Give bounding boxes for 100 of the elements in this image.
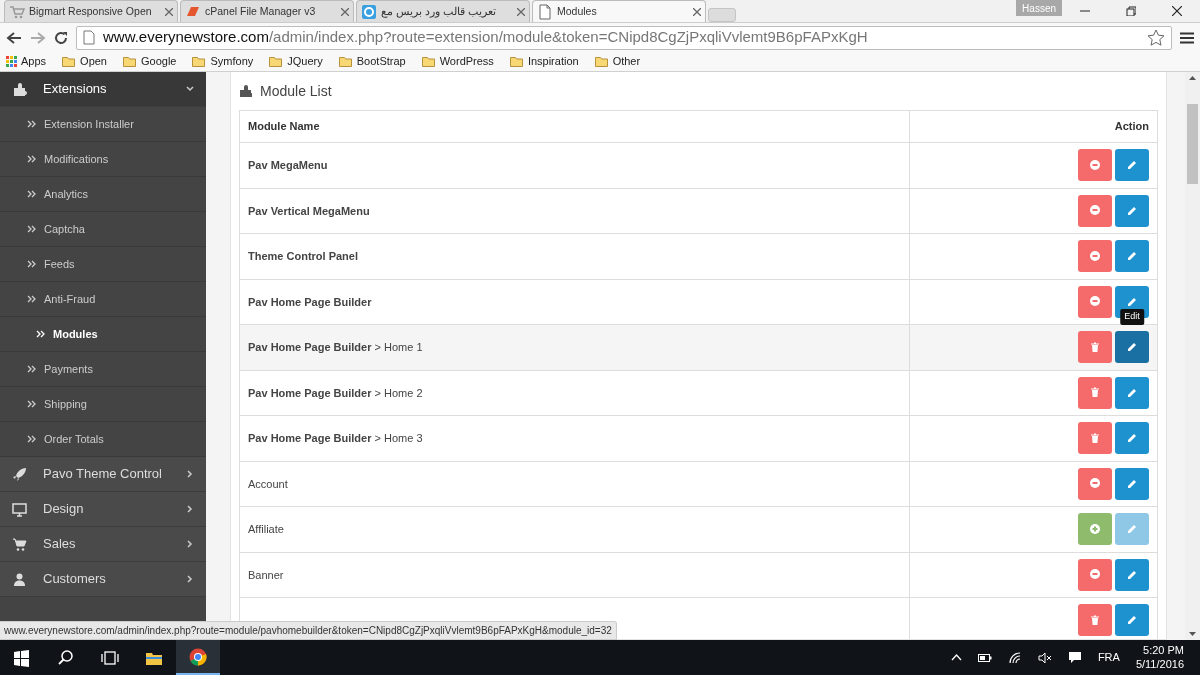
star-icon[interactable] [1147, 29, 1165, 46]
folder-icon [594, 56, 609, 67]
windows-logo-icon[interactable] [13, 648, 31, 667]
uninstall-button[interactable] [1078, 467, 1112, 500]
sidebar-item[interactable]: Customers [0, 562, 206, 597]
battery-icon[interactable] [977, 653, 992, 662]
uninstall-button[interactable] [1078, 194, 1112, 227]
restore-icon[interactable] [1126, 6, 1136, 16]
module-name: Pav Home Page Builder > Home 2 [248, 386, 423, 399]
clock-time[interactable]: 5:20 PM [1143, 643, 1184, 658]
uninstall-button[interactable] [1078, 149, 1112, 182]
rocket-icon [12, 466, 27, 482]
page-icon [83, 30, 95, 45]
folder-icon [421, 56, 436, 67]
clock-date[interactable]: 5/11/2016 [1135, 657, 1184, 672]
monitor-icon [12, 501, 27, 517]
forward-icon[interactable] [30, 30, 46, 45]
minus-circle-icon [1090, 296, 1100, 308]
bookmark[interactable]: JQuery [269, 53, 323, 70]
sidebar-item[interactable]: Design [0, 492, 206, 527]
scrollbar-thumb[interactable] [1187, 104, 1198, 184]
menu-icon[interactable] [1180, 31, 1194, 44]
module-name: Pav Home Page Builder > Home 1 [248, 341, 423, 353]
search-icon[interactable] [57, 648, 75, 667]
chrome-logo-icon[interactable] [189, 647, 207, 666]
puzzle-icon [239, 84, 252, 98]
close-icon[interactable] [1172, 6, 1182, 16]
module-name: Theme Control Panel [248, 250, 359, 262]
module-name: Pav Vertical MegaMenu [248, 204, 370, 217]
folder-icon [62, 56, 77, 67]
volume-muted-icon[interactable] [1037, 651, 1052, 664]
pencil-icon [1127, 433, 1137, 444]
delete-button[interactable] [1078, 422, 1112, 455]
double-chevron-icon [27, 225, 36, 233]
sidebar-item[interactable]: Extensions [0, 72, 206, 107]
notification-icon[interactable] [1067, 651, 1082, 664]
address-bar[interactable]: www.everynewstore.com/admin/index.php?route=extension/module&token=CNipd8CgZjPxqliVvlemt9B6pFAPxKgH [76, 25, 1172, 50]
tooltip: Edit [1120, 309, 1144, 325]
back-icon[interactable] [6, 30, 22, 45]
trash-icon [1090, 387, 1100, 399]
module-name: Account [248, 477, 288, 490]
bookmark[interactable]: Symfony [192, 53, 254, 70]
pencil-icon [1127, 478, 1137, 489]
bookmark[interactable]: Google [123, 53, 177, 70]
bookmark[interactable]: Other [594, 53, 641, 70]
column-header: Module Name [239, 110, 910, 143]
bookmark[interactable]: WordPress [421, 53, 494, 70]
module-name: Affiliate [248, 523, 284, 535]
uninstall-button[interactable] [1078, 558, 1112, 591]
bookmark[interactable]: Inspiration [509, 53, 579, 70]
chevron-up-icon[interactable] [950, 654, 962, 661]
delete-button[interactable] [1078, 331, 1112, 364]
pencil-icon [1127, 296, 1137, 307]
trash-icon [1090, 614, 1100, 626]
double-chevron-icon [27, 400, 36, 408]
minus-circle-icon [1090, 569, 1100, 581]
module-name: Banner [248, 568, 284, 581]
minus-circle-icon [1090, 478, 1100, 490]
module-name: Pav MegaMenu [248, 159, 328, 171]
status-url: www.everynewstore.com/admin/index.php?route=module/pavhomebuilder&token=CNipd8CgZjPxqliVvlemt9B6pFAPxKgH&module_id=32 [0, 621, 617, 640]
pencil-icon [1127, 251, 1137, 262]
cart-icon [9, 3, 25, 20]
puzzle-icon [12, 81, 27, 97]
browser-tab[interactable]: Modules [532, 0, 706, 22]
language-indicator[interactable]: FRA [1097, 649, 1120, 666]
double-chevron-icon [27, 260, 36, 268]
chevron-right-icon [186, 575, 194, 583]
browser-tab[interactable]: Bigmart Responsive Open [4, 0, 178, 22]
column-header: Action [909, 110, 1158, 143]
url-text: www.everynewstore.com/admin/index.php?route=extension/module&token=CNipd8CgZjPxqliVvlemt9B6pFAPxKgH [103, 27, 869, 48]
delete-button[interactable] [1078, 604, 1112, 637]
task-view-icon[interactable] [101, 648, 119, 667]
bookmark[interactable]: BootStrap [338, 53, 406, 70]
reload-icon[interactable] [54, 30, 68, 45]
double-chevron-icon [27, 155, 36, 163]
pencil-icon [1127, 342, 1137, 353]
trash-icon [1090, 341, 1100, 353]
install-button[interactable] [1078, 513, 1112, 546]
pencil-icon [1127, 387, 1137, 398]
sidebar-item[interactable]: Pavo Theme Control [0, 457, 206, 492]
browser-tab[interactable]: cPanel File Manager v3 [180, 0, 354, 22]
folder-icon [123, 56, 137, 67]
folder-icon [338, 56, 353, 67]
bookmark[interactable]: Apps [6, 53, 47, 70]
chevron-down-icon [186, 85, 194, 93]
browser-tab[interactable]: تعريب قالب ورد بريس مع [356, 0, 530, 22]
wifi-icon[interactable] [1007, 651, 1022, 664]
folder-icon [269, 56, 284, 67]
uninstall-button[interactable] [1078, 240, 1112, 273]
double-chevron-icon [27, 435, 36, 443]
site-logo-icon [361, 3, 377, 20]
sidebar-item[interactable]: Sales [0, 527, 206, 562]
cart-icon [12, 536, 27, 552]
bookmark[interactable]: Open [62, 53, 107, 70]
user-icon [12, 571, 27, 587]
delete-button[interactable] [1078, 376, 1112, 409]
pencil-icon [1127, 615, 1137, 626]
plus-circle-icon [1090, 523, 1100, 535]
folder-icon [509, 56, 524, 67]
module-name: Pav Home Page Builder [248, 295, 372, 308]
